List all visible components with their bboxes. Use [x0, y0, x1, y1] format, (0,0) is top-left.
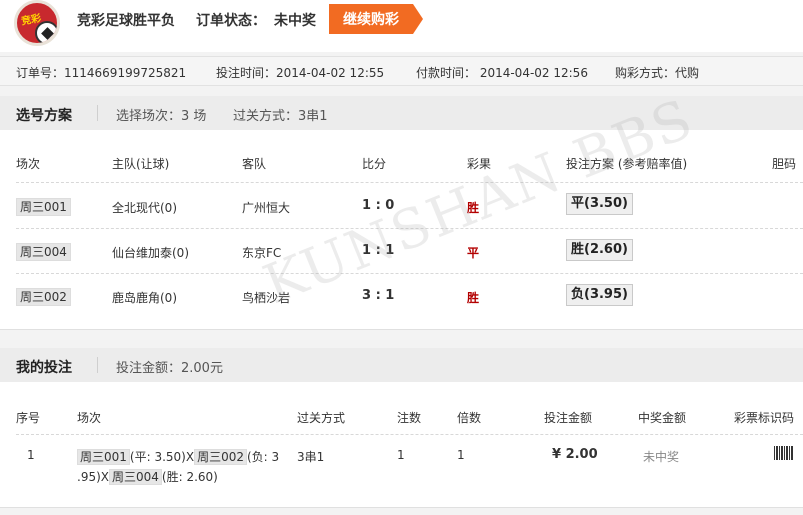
match-tag: 周三004 [16, 243, 71, 261]
my-bets-title: 我的投注 [16, 360, 72, 376]
bet-pick: 平(3.50) [566, 193, 633, 215]
bet-index: 1 [27, 448, 35, 462]
col-multiple: 倍数 [457, 411, 482, 425]
divider [97, 105, 98, 121]
barcode-icon[interactable] [774, 446, 794, 460]
selection-title: 选号方案 [16, 108, 72, 124]
match-tag: 周三002 [16, 288, 71, 306]
odds-text: (负: 3 [246, 450, 280, 464]
bet-pick: 负(3.95) [566, 284, 633, 306]
my-bets-panel: 我的投注 投注金额：2.00元 序号 场次 过关方式 注数 倍数 投注金额 中奖… [0, 348, 803, 508]
continue-buy-button[interactable]: 继续购彩 [329, 4, 423, 34]
col-ticket-id: 彩票标识码 [734, 411, 795, 425]
row-divider [16, 228, 803, 229]
match-tag: 周三004 [109, 469, 162, 485]
order-header: 竞彩 竞彩足球胜平负 订单状态： 未中奖 继续购彩 [0, 0, 803, 52]
row-divider [16, 434, 803, 435]
bet-matches: 周三001 (平: 3.50)X 周三002 (负: 3 .95)X 周三004 (胜: … [77, 447, 287, 487]
lottery-logo: 竞彩 [14, 0, 60, 46]
bet-amount-total: 投注金额：2.00元 [116, 361, 223, 376]
buy-mode: 购彩方式：代购 [615, 66, 700, 80]
bet-pass-mode: 3串1 [297, 450, 325, 464]
away-team: 鸟栖沙岩 [242, 291, 291, 305]
bet-time: 投注时间：2014-04-02 12:55 [216, 66, 385, 80]
col-away: 客队 [242, 157, 267, 171]
away-team: 东京FC [242, 246, 282, 260]
football-icon [35, 21, 57, 43]
selection-panel: 选号方案 选择场次：3 场 过关方式：3串1 场次 主队(让球) 客队 比分 彩… [0, 96, 803, 330]
lottery-title: 竞彩足球胜平负 [77, 13, 175, 29]
result: 胜 [467, 201, 480, 215]
match-tag: 周三001 [77, 449, 130, 465]
divider [97, 357, 98, 373]
row-divider [16, 273, 803, 274]
order-info-bar: 订单号：1114669199725821 投注时间：2014-04-02 12:… [0, 56, 803, 86]
pay-time: 付款时间： 2014-04-02 12:56 [416, 66, 588, 80]
odds-text: (胜: 2.60) [161, 470, 218, 484]
away-team: 广州恒大 [242, 201, 291, 215]
result: 胜 [467, 291, 480, 305]
col-matches: 场次 [77, 411, 102, 425]
home-team: 仙台维加泰(0) [112, 246, 189, 260]
my-bets-panel-header: 我的投注 投注金额：2.00元 [0, 348, 803, 382]
score: 1 : 0 [362, 198, 395, 213]
win-amount: 未中奖 [643, 450, 680, 464]
result: 平 [467, 246, 480, 260]
col-result: 彩果 [467, 157, 492, 171]
col-banker: 胆码 [772, 157, 797, 171]
col-amount: 投注金额 [544, 411, 593, 425]
bet-amount: ¥ 2.00 [552, 447, 598, 462]
pass-mode: 过关方式：3串1 [233, 109, 328, 124]
col-home: 主队(让球) [112, 157, 170, 171]
score: 3 : 1 [362, 288, 395, 303]
order-number: 订单号：1114669199725821 [16, 66, 187, 80]
col-index: 序号 [16, 411, 41, 425]
bet-count: 1 [397, 448, 405, 462]
col-pass: 过关方式 [297, 411, 346, 425]
col-score: 比分 [362, 157, 387, 171]
col-win: 中奖金额 [638, 411, 687, 425]
score: 1 : 1 [362, 243, 395, 258]
order-status-label: 订单状态： [196, 13, 266, 29]
match-tag: 周三001 [16, 198, 71, 216]
matches-count: 选择场次：3 场 [116, 109, 207, 124]
bet-pick: 胜(2.60) [566, 239, 633, 261]
col-count: 注数 [397, 411, 422, 425]
odds-text: (平: 3.50)X [129, 450, 195, 464]
odds-text: .95)X [77, 470, 109, 484]
row-divider [16, 182, 803, 183]
order-status-value: 未中奖 [274, 13, 316, 29]
col-pick: 投注方案 (参考赔率值) [566, 157, 688, 171]
home-team: 全北现代(0) [112, 201, 177, 215]
home-team: 鹿岛鹿角(0) [112, 291, 177, 305]
selection-panel-header: 选号方案 选择场次：3 场 过关方式：3串1 [0, 96, 803, 130]
bet-multiple: 1 [457, 448, 465, 462]
col-match: 场次 [16, 157, 41, 171]
match-tag: 周三002 [194, 449, 247, 465]
